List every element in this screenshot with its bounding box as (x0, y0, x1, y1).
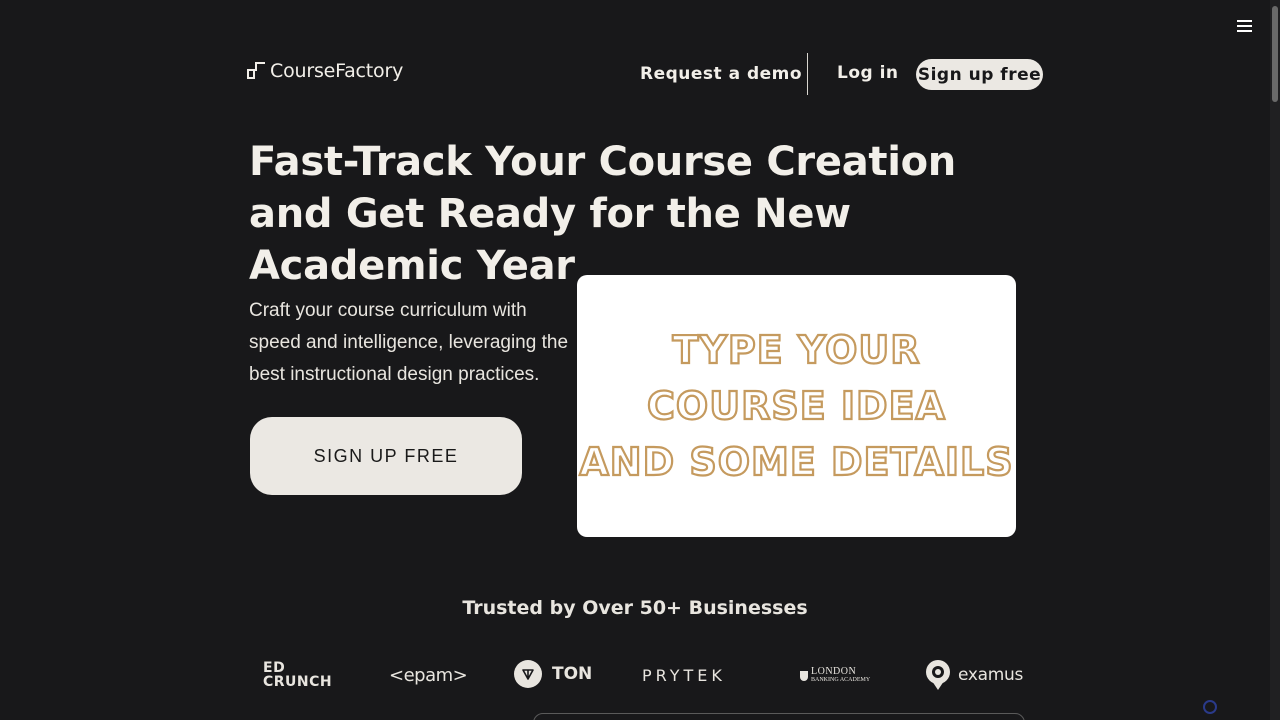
recaptcha-badge-icon[interactable] (1203, 700, 1217, 714)
hero-signup-button[interactable]: SIGN UP FREE (250, 417, 522, 495)
page-scrollbar[interactable] (1270, 0, 1280, 720)
examus-logo-text: examus (958, 665, 1024, 685)
edcrunch-line-2: CRUNCH (263, 674, 333, 690)
demo-line-2: COURSE IDEA (646, 383, 946, 429)
edcrunch-line-1: ED (263, 660, 286, 676)
hero-title: Fast-Track Your Course Creation and Get … (249, 139, 956, 289)
nav-divider (807, 53, 808, 95)
login-link[interactable]: Log in (837, 63, 899, 83)
client-logos: ED CRUNCH <epam> TON PRYTEK LONDON BANKI… (0, 650, 1270, 700)
london-logo-line-1: LONDON (811, 666, 857, 677)
nav-signup-button[interactable]: Sign up free (916, 59, 1043, 90)
brand-logo[interactable]: CourseFactory (247, 60, 403, 82)
next-section-card (533, 713, 1025, 720)
request-demo-link[interactable]: Request a demo (640, 64, 802, 84)
epam-logo: <epam> (389, 665, 468, 686)
brand-mark-icon (247, 61, 265, 81)
examus-logo: examus (924, 659, 1023, 691)
prytek-logo: PRYTEK (642, 666, 726, 685)
ton-logo-text: TON (552, 664, 593, 684)
examus-logo-icon (926, 660, 950, 690)
demo-line-3: AND SOME DETAILS (578, 439, 1014, 485)
demo-line-1: TYPE YOUR (671, 327, 921, 373)
hamburger-menu-icon[interactable] (1233, 16, 1255, 36)
trusted-heading: Trusted by Over 50+ Businesses (462, 597, 808, 619)
ton-logo: TON (514, 660, 592, 688)
edcrunch-logo: ED CRUNCH (263, 661, 332, 689)
demo-animation-card: TYPE YOUR COURSE IDEA AND SOME DETAILS (577, 275, 1016, 537)
brand-name: CourseFactory (270, 60, 404, 82)
shield-icon (800, 671, 808, 681)
london-banking-academy-logo: LONDON BANKING ACADEMY (800, 667, 870, 685)
london-logo-line-2: BANKING ACADEMY (811, 677, 871, 683)
scrollbar-thumb[interactable] (1272, 6, 1278, 102)
ton-logo-icon (514, 660, 542, 688)
hero-description: Craft your course curriculum with speed … (249, 300, 569, 385)
